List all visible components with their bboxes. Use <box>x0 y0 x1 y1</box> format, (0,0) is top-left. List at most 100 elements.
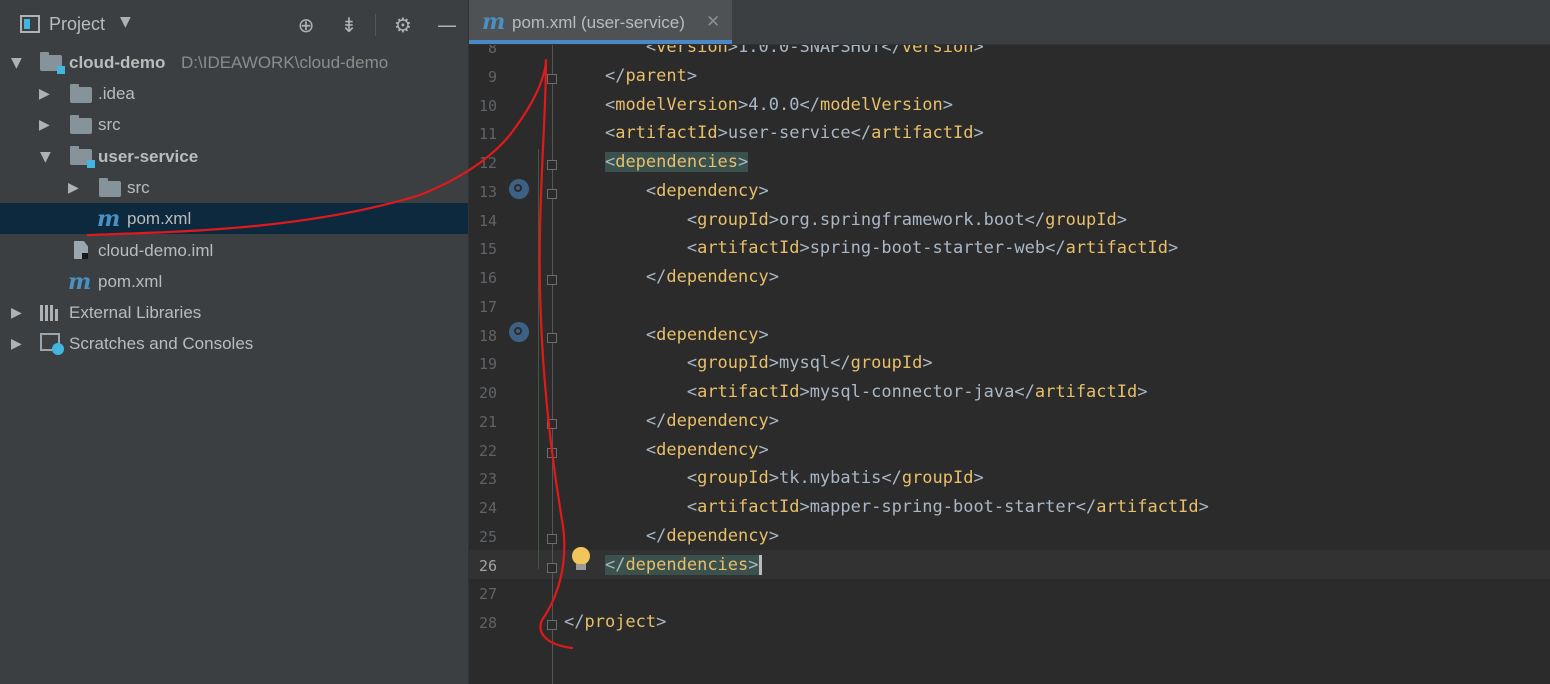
tag-value: spring-boot-starter-web <box>809 238 1046 259</box>
fold-marker-icon[interactable] <box>547 533 557 544</box>
code-line: <dependency> <box>564 440 769 460</box>
code-line: <groupId>tk.mybatis</groupId> <box>564 468 984 488</box>
tag-bracket: > <box>727 45 739 57</box>
tag-group: <dependency> <box>646 325 769 345</box>
tree-item-src[interactable]: ▶ src <box>0 109 468 140</box>
tag-group: <dependency> <box>646 440 769 460</box>
tag-name: dependency <box>656 439 759 460</box>
tree-item-scratches[interactable]: ▶ Scratches and Consoles <box>0 328 468 359</box>
chevron-right-icon[interactable]: ▶ <box>68 180 79 196</box>
line-number: 23 <box>478 470 497 489</box>
module-folder-icon <box>70 146 95 168</box>
tag-bracket: > <box>758 324 769 345</box>
fold-marker-icon[interactable] <box>547 332 557 343</box>
tag-bracket: < <box>604 152 616 172</box>
fold-marker-icon[interactable] <box>547 620 557 630</box>
minimize-icon[interactable]: — <box>434 12 460 38</box>
editor-tab-bar: m pom.xml (user-service) ✕ <box>469 0 1550 45</box>
tag-group: <groupId> <box>687 210 779 230</box>
tag-group: <artifactId> <box>605 123 728 143</box>
tag-group: <dependency> <box>646 181 769 201</box>
tree-item-user-service[interactable]: ▼ user-service <box>0 141 468 172</box>
code-line: <dependency> <box>564 181 769 201</box>
fold-marker-icon[interactable] <box>547 562 557 573</box>
tab-pom-xml[interactable]: m pom.xml (user-service) ✕ <box>469 0 732 44</box>
tag-bracket: </ <box>799 94 820 115</box>
folder-icon <box>70 84 92 103</box>
tag-name: modelVersion <box>615 94 739 115</box>
collapse-all-icon[interactable]: ⇟ <box>336 12 362 38</box>
tag-name: dependency <box>656 324 759 345</box>
tree-item-cloud-demo[interactable]: ▼ cloud-demo D:\IDEAWORK\cloud-demo <box>0 47 468 78</box>
bulb-icon[interactable] <box>572 547 590 570</box>
tag-bracket: > <box>758 439 769 460</box>
tree-item-label: .idea <box>98 84 135 103</box>
chevron-down-icon[interactable]: ▼ <box>120 14 131 30</box>
fold-marker-icon[interactable] <box>547 188 557 199</box>
locate-icon[interactable]: ⊕ <box>293 12 319 38</box>
tag-bracket: </ <box>850 123 872 144</box>
code-line: </parent> <box>564 66 697 86</box>
tag-bracket: </ <box>1024 209 1046 230</box>
line-number: 16 <box>478 269 497 287</box>
chevron-right-icon[interactable]: ▶ <box>11 305 22 321</box>
tag-bracket: > <box>758 180 769 201</box>
tag-value: user-service <box>727 123 851 144</box>
module-folder-icon <box>40 52 65 74</box>
tag-bracket: > <box>1167 238 1179 259</box>
fold-marker-icon[interactable] <box>547 160 557 170</box>
tag-bracket: </ <box>881 45 902 57</box>
tag-bracket: > <box>768 410 779 431</box>
tree-item-user-service-src[interactable]: ▶ src <box>0 172 468 203</box>
tag-bracket: > <box>656 612 667 632</box>
tag-name: modelVersion <box>819 94 943 115</box>
tree-item-root-pom[interactable]: m pom.xml <box>0 266 468 297</box>
chevron-right-icon[interactable]: ▶ <box>11 336 22 352</box>
tree-item-path: D:\IDEAWORK\cloud-demo <box>181 53 389 72</box>
tag-bracket: > <box>799 238 810 259</box>
file-icon <box>74 241 88 259</box>
chevron-down-icon[interactable]: ▼ <box>11 55 22 71</box>
close-icon[interactable]: ✕ <box>706 12 720 32</box>
code-line: </project> <box>564 612 666 632</box>
fold-marker-icon[interactable] <box>547 418 557 429</box>
tag-name: groupId <box>901 468 974 489</box>
tag-bracket: < <box>645 439 657 460</box>
tag-bracket: </ <box>1045 238 1066 259</box>
tag-bracket: < <box>604 123 616 144</box>
tag-bracket: > <box>717 123 728 144</box>
project-view-title[interactable]: Project <box>49 14 105 35</box>
chevron-right-icon[interactable]: ▶ <box>39 117 50 133</box>
tag-name: dependency <box>666 267 769 287</box>
fold-marker-icon[interactable] <box>547 73 557 84</box>
tree-item-idea[interactable]: ▶ .idea <box>0 78 468 109</box>
code-editor[interactable]: 8 <version>1.0.0-SNAPSHOT</version> 9 </p… <box>469 45 1550 684</box>
tag-bracket: < <box>686 497 698 517</box>
tree-item-label: Scratches and Consoles <box>69 334 254 353</box>
line-number: 28 <box>478 614 497 632</box>
tree-item-cloud-demo-iml[interactable]: cloud-demo.iml <box>0 235 468 266</box>
tag-bracket: < <box>645 180 657 201</box>
implemented-icon[interactable] <box>509 322 529 342</box>
chevron-right-icon[interactable]: ▶ <box>39 86 50 102</box>
fold-marker-icon[interactable] <box>547 447 557 458</box>
tree-item-external-libraries[interactable]: ▶ External Libraries <box>0 297 468 328</box>
tag-value: mapper-spring-boot-starter <box>809 497 1076 517</box>
fold-marker-icon[interactable] <box>547 275 557 285</box>
line-number: 18 <box>478 326 497 345</box>
chevron-down-icon[interactable]: ▼ <box>40 149 51 165</box>
matched-tag-highlight: </dependencies> <box>604 554 759 575</box>
tag-name: parent <box>625 65 687 86</box>
tag-bracket: > <box>686 65 698 86</box>
gear-icon[interactable]: ⚙ <box>390 12 416 38</box>
implemented-icon[interactable] <box>509 179 529 199</box>
tag-name: artifactId <box>697 382 800 402</box>
tag-name: version <box>656 45 728 57</box>
tree-item-user-service-pom[interactable]: m pom.xml <box>0 203 468 234</box>
maven-icon: m <box>482 9 506 35</box>
